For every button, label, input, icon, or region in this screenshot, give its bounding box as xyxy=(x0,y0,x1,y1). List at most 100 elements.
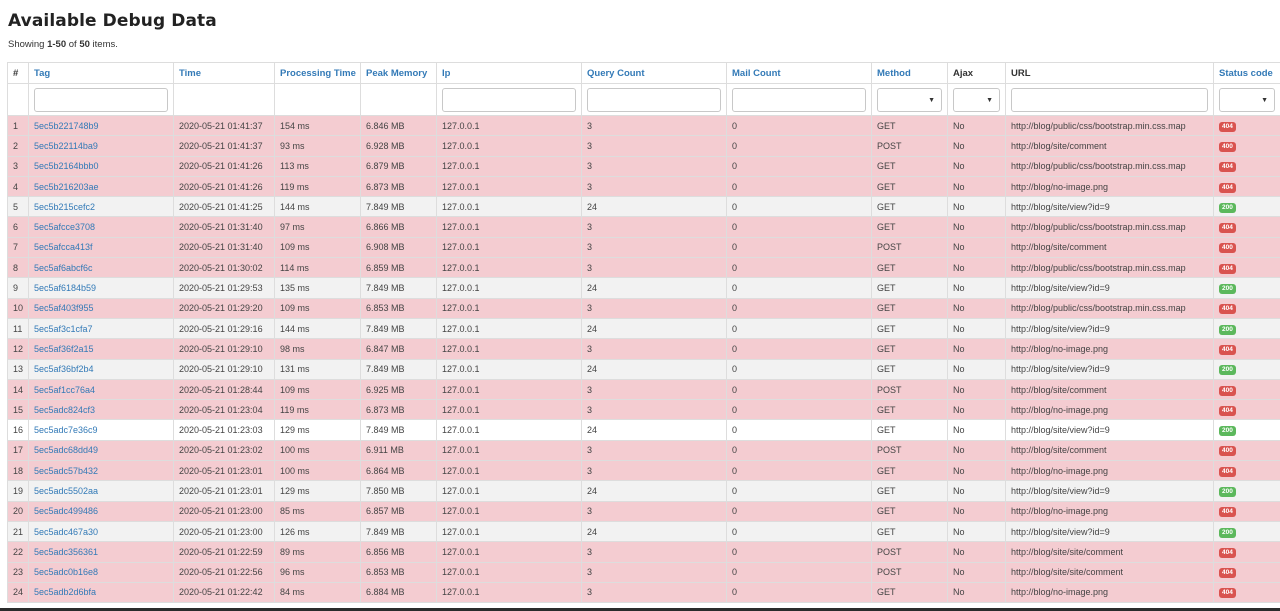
time-cell: 2020-05-21 01:23:04 xyxy=(173,399,275,421)
column-header-tag[interactable]: Tag xyxy=(28,62,174,84)
ip-cell: 127.0.0.1 xyxy=(436,155,582,177)
status-code-cell: 400 xyxy=(1213,439,1280,462)
filter-cell-ip xyxy=(436,83,582,116)
column-header-ip[interactable]: Ip xyxy=(436,62,582,84)
column-header-query-count[interactable]: Query Count xyxy=(581,62,727,84)
tag-link[interactable]: 5ec5adc0b16e8 xyxy=(34,567,98,577)
ip-cell: 127.0.0.1 xyxy=(436,216,582,238)
method-filter-select[interactable]: ▼ xyxy=(877,87,942,112)
query-count-cell: 3 xyxy=(581,135,727,157)
method-cell: POST xyxy=(871,541,948,563)
tag-link[interactable]: 5ec5afcce3708 xyxy=(34,222,95,232)
column-header-method[interactable]: Method xyxy=(871,62,948,84)
ip-filter-input[interactable] xyxy=(442,87,576,112)
sort-time-link[interactable]: Time xyxy=(179,68,201,79)
tag-link[interactable]: 5ec5af403f955 xyxy=(34,303,94,313)
column-header-status-code[interactable]: Status code xyxy=(1213,62,1280,84)
processing-time-cell: 109 ms xyxy=(274,378,361,401)
tag-cell: 5ec5adc7e36c9 xyxy=(28,419,174,441)
tag-link[interactable]: 5ec5b22114ba9 xyxy=(34,141,98,151)
tag-link[interactable]: 5ec5adb2d6bfa xyxy=(34,587,96,597)
method-cell: GET xyxy=(871,338,948,360)
url-cell: http://blog/site/view?id=9 xyxy=(1005,480,1214,502)
ajax-filter-select[interactable]: ▼ xyxy=(953,87,1000,112)
table-row: 14 5ec5af1cc76a4 2020-05-21 01:28:44 109 ms… xyxy=(7,378,1280,401)
tag-link[interactable]: 5ec5af3c1cfa7 xyxy=(34,324,93,334)
tag-link[interactable]: 5ec5af6184b59 xyxy=(34,283,96,293)
status-badge: 200 xyxy=(1219,365,1236,376)
tag-cell: 5ec5af36f2a15 xyxy=(28,338,174,360)
column-header-peak-memory[interactable]: Peak Memory xyxy=(360,62,437,84)
status-code-cell: 404 xyxy=(1213,175,1280,198)
query-count-cell: 24 xyxy=(581,277,727,299)
method-cell: GET xyxy=(871,520,948,543)
tag-link[interactable]: 5ec5adc5502aa xyxy=(34,486,98,496)
sort-ip-link[interactable]: Ip xyxy=(442,68,450,79)
tag-link[interactable]: 5ec5b221748b9 xyxy=(34,121,99,131)
tag-link[interactable]: 5ec5af36bf2b4 xyxy=(34,364,94,374)
peak-memory-cell: 7.849 MB xyxy=(360,419,437,441)
tag-link[interactable]: 5ec5af1cc76a4 xyxy=(34,385,95,395)
sort-processing-time-link[interactable]: Processing Time xyxy=(280,68,356,79)
time-cell: 2020-05-21 01:23:01 xyxy=(173,460,275,482)
tag-filter-input[interactable] xyxy=(34,87,168,112)
tag-link[interactable]: 5ec5adc499486 xyxy=(34,506,98,516)
sort-tag-link[interactable]: Tag xyxy=(34,68,50,79)
debug-data-table: # Tag Time Processing Time Peak Memory I… xyxy=(7,62,1280,604)
query-count-cell: 3 xyxy=(581,439,727,462)
tag-link[interactable]: 5ec5adc356361 xyxy=(34,547,98,557)
sort-query-count-link[interactable]: Query Count xyxy=(587,68,645,79)
peak-memory-cell: 6.925 MB xyxy=(360,378,437,401)
ip-cell: 127.0.0.1 xyxy=(436,358,582,380)
tag-link[interactable]: 5ec5af6abcf6c xyxy=(34,263,93,273)
tag-cell: 5ec5b216203ae xyxy=(28,175,174,198)
status-code-filter-select[interactable]: ▼ xyxy=(1219,87,1275,112)
mail-count-cell: 0 xyxy=(726,257,872,279)
status-badge: 404 xyxy=(1219,223,1236,234)
sort-mail-count-link[interactable]: Mail Count xyxy=(732,68,781,79)
tag-link[interactable]: 5ec5b2164bbb0 xyxy=(34,161,99,171)
filter-cell-mail-count xyxy=(726,83,872,116)
ajax-cell: No xyxy=(947,541,1006,563)
tag-link[interactable]: 5ec5afcca413f xyxy=(34,242,93,252)
tag-cell: 5ec5adc499486 xyxy=(28,500,174,522)
url-filter-input[interactable] xyxy=(1011,87,1208,112)
tag-cell: 5ec5b2164bbb0 xyxy=(28,155,174,177)
tag-cell: 5ec5b221748b9 xyxy=(28,114,174,137)
tag-cell: 5ec5adc57b432 xyxy=(28,460,174,482)
tag-link[interactable]: 5ec5adc824cf3 xyxy=(34,405,95,415)
tag-link[interactable]: 5ec5adc7e36c9 xyxy=(34,425,98,435)
ip-cell: 127.0.0.1 xyxy=(436,317,582,340)
sort-peak-memory-link[interactable]: Peak Memory xyxy=(366,68,427,79)
tag-link[interactable]: 5ec5adc467a30 xyxy=(34,527,98,537)
method-cell: GET xyxy=(871,196,948,218)
tag-link[interactable]: 5ec5b215cefc2 xyxy=(34,202,95,212)
row-number-cell: 7 xyxy=(7,236,29,259)
filter-cell-ajax: ▼ xyxy=(947,83,1006,116)
processing-time-cell: 96 ms xyxy=(274,561,361,583)
tag-link[interactable]: 5ec5af36f2a15 xyxy=(34,344,94,354)
status-badge: 200 xyxy=(1219,202,1236,213)
tag-cell: 5ec5afcce3708 xyxy=(28,216,174,238)
column-header-mail-count[interactable]: Mail Count xyxy=(726,62,872,84)
status-badge: 404 xyxy=(1219,588,1236,599)
sort-method-link[interactable]: Method xyxy=(877,68,911,79)
tag-link[interactable]: 5ec5adc68dd49 xyxy=(34,445,98,455)
time-cell: 2020-05-21 01:29:10 xyxy=(173,358,275,380)
mail-count-filter-input[interactable] xyxy=(732,87,866,112)
ajax-cell: No xyxy=(947,561,1006,583)
peak-memory-cell: 6.866 MB xyxy=(360,216,437,238)
column-header-processing-time[interactable]: Processing Time xyxy=(274,62,361,84)
query-count-cell: 24 xyxy=(581,196,727,218)
ajax-cell: No xyxy=(947,155,1006,177)
mail-count-cell: 0 xyxy=(726,500,872,522)
time-cell: 2020-05-21 01:29:16 xyxy=(173,317,275,340)
sort-status-code-link[interactable]: Status code xyxy=(1219,68,1273,79)
query-count-filter-input[interactable] xyxy=(587,87,721,112)
tag-cell: 5ec5adb2d6bfa xyxy=(28,581,174,604)
column-header-time[interactable]: Time xyxy=(173,62,275,84)
processing-time-cell: 144 ms xyxy=(274,317,361,340)
ajax-cell: No xyxy=(947,460,1006,482)
tag-link[interactable]: 5ec5b216203ae xyxy=(34,182,99,192)
tag-link[interactable]: 5ec5adc57b432 xyxy=(34,466,98,476)
